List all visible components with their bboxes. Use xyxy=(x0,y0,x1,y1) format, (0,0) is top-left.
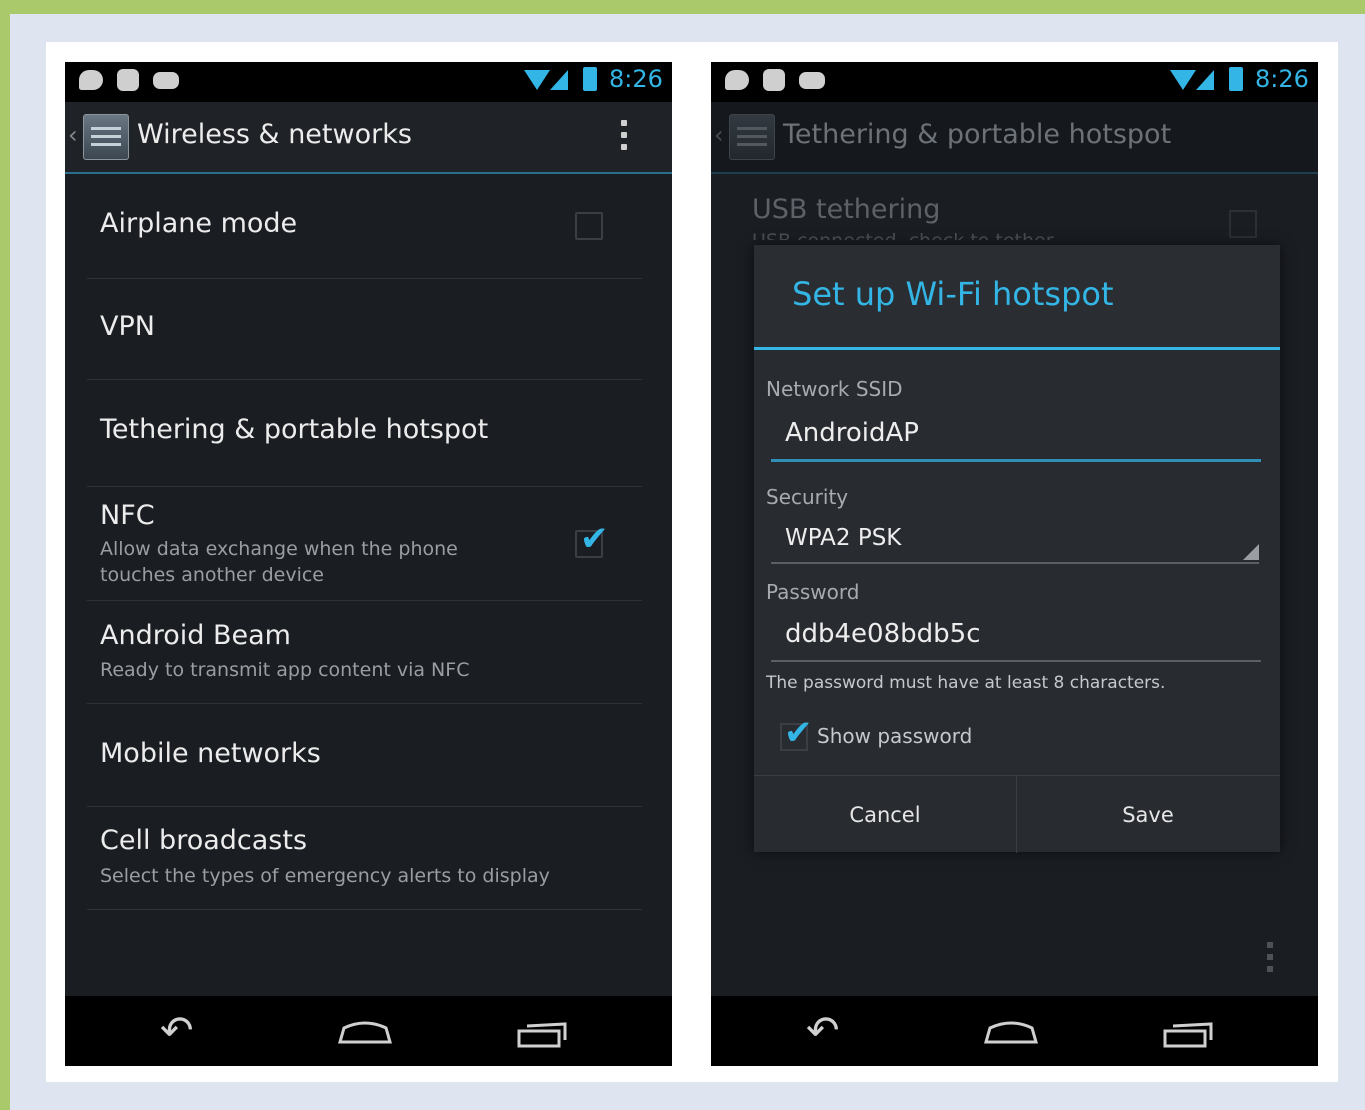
checkmark-icon: ✔ xyxy=(784,713,813,753)
list-item-airplane-mode[interactable]: Airplane mode xyxy=(87,174,642,279)
battery-icon xyxy=(1229,67,1243,91)
cancel-button[interactable]: Cancel xyxy=(754,776,1017,853)
list-item-tethering[interactable]: Tethering & portable hotspot xyxy=(87,379,642,487)
usb-tethering-checkbox xyxy=(1229,210,1257,238)
signal-icon xyxy=(1196,70,1214,90)
list-item-cell-broadcasts[interactable]: Cell broadcasts Select the types of emer… xyxy=(87,806,642,910)
phone-wireless-networks: 8:26 ‹ Wireless & networks Airplane mode… xyxy=(65,62,672,1066)
item-title: Tethering & portable hotspot xyxy=(100,414,489,445)
up-chevron-icon[interactable]: ‹ xyxy=(68,121,78,149)
item-title: VPN xyxy=(100,311,155,342)
phone-tethering-hotspot: 8:26 ‹ Tethering & portable hotspot USB … xyxy=(711,62,1318,1066)
back-icon[interactable]: ↶ xyxy=(160,1011,194,1051)
status-clock: 8:26 xyxy=(1255,65,1309,93)
item-title: Mobile networks xyxy=(100,738,321,769)
ssid-field[interactable]: AndroidAP xyxy=(771,409,1261,462)
up-chevron-icon: ‹ xyxy=(714,121,724,149)
list-item-mobile-networks[interactable]: Mobile networks xyxy=(87,703,642,807)
password-hint: The password must have at least 8 charac… xyxy=(766,673,1166,693)
wifi-icon xyxy=(524,70,550,90)
ssid-label: Network SSID xyxy=(766,377,903,401)
password-label: Password xyxy=(766,580,860,604)
check-icon xyxy=(763,69,785,91)
security-label: Security xyxy=(766,485,849,509)
dialog-buttons: Cancel Save xyxy=(754,775,1280,853)
recent-apps-icon[interactable] xyxy=(517,1022,567,1048)
item-title: Android Beam xyxy=(100,620,291,651)
ssid-value: AndroidAP xyxy=(785,418,919,448)
password-value: ddb4e08bdb5c xyxy=(785,619,981,649)
nfc-checkbox[interactable]: ✔ xyxy=(575,522,609,558)
back-icon[interactable]: ↶ xyxy=(806,1011,840,1051)
overflow-menu-icon xyxy=(1267,942,1273,978)
item-subtitle: Ready to transmit app content via NFC xyxy=(100,659,470,681)
action-bar: ‹ Tethering & portable hotspot xyxy=(711,102,1318,174)
item-subtitle: Select the types of emergency alerts to … xyxy=(100,865,550,887)
list-item-nfc[interactable]: NFC Allow data exchange when the phone t… xyxy=(87,486,642,601)
navigation-bar: ↶ xyxy=(711,996,1318,1066)
home-icon[interactable] xyxy=(984,1020,1038,1044)
status-bar: 8:26 xyxy=(65,62,672,102)
navigation-bar: ↶ xyxy=(65,996,672,1066)
overflow-menu-icon[interactable] xyxy=(621,120,627,154)
action-bar: ‹ Wireless & networks xyxy=(65,102,672,174)
list-item-vpn[interactable]: VPN xyxy=(87,278,642,380)
list-item-android-beam[interactable]: Android Beam Ready to transmit app conte… xyxy=(87,600,642,704)
security-select[interactable]: WPA2 PSK xyxy=(771,515,1259,564)
page-title: Tethering & portable hotspot xyxy=(783,119,1172,150)
wifi-icon xyxy=(1170,70,1196,90)
security-value: WPA2 PSK xyxy=(785,525,902,551)
chat-icon xyxy=(79,70,103,90)
item-subtitle: Allow data exchange when the phone xyxy=(100,538,458,560)
wifi-hotspot-dialog: Set up Wi-Fi hotspot Network SSID Androi… xyxy=(754,245,1280,853)
airplane-mode-checkbox[interactable] xyxy=(575,212,603,240)
settings-app-icon xyxy=(729,114,775,160)
gamepad-icon xyxy=(153,72,179,89)
dropdown-corner-icon xyxy=(1243,544,1259,560)
show-password-label[interactable]: Show password xyxy=(817,724,972,748)
settings-app-icon[interactable] xyxy=(83,114,129,160)
chat-icon xyxy=(725,70,749,90)
item-title: NFC xyxy=(100,500,155,531)
item-title: Cell broadcasts xyxy=(100,825,308,856)
show-password-checkbox[interactable]: ✔ xyxy=(780,716,813,751)
signal-icon xyxy=(550,70,568,90)
usb-tethering-subtitle: USB connected, check to tether xyxy=(752,230,1054,240)
home-icon[interactable] xyxy=(338,1020,392,1044)
recent-apps-icon[interactable] xyxy=(1163,1022,1213,1048)
checkmark-icon: ✔ xyxy=(580,519,609,559)
page-title: Wireless & networks xyxy=(137,119,412,150)
usb-tethering-title: USB tethering xyxy=(752,194,941,225)
dialog-header: Set up Wi-Fi hotspot xyxy=(754,245,1280,350)
battery-icon xyxy=(583,67,597,91)
item-subtitle: touches another device xyxy=(100,564,324,586)
check-icon xyxy=(117,69,139,91)
item-title: Airplane mode xyxy=(100,208,298,239)
password-field[interactable]: ddb4e08bdb5c xyxy=(771,611,1261,662)
dialog-title: Set up Wi-Fi hotspot xyxy=(792,275,1114,313)
save-button[interactable]: Save xyxy=(1017,776,1279,853)
status-clock: 8:26 xyxy=(609,65,663,93)
status-bar: 8:26 xyxy=(711,62,1318,102)
gamepad-icon xyxy=(799,72,825,89)
